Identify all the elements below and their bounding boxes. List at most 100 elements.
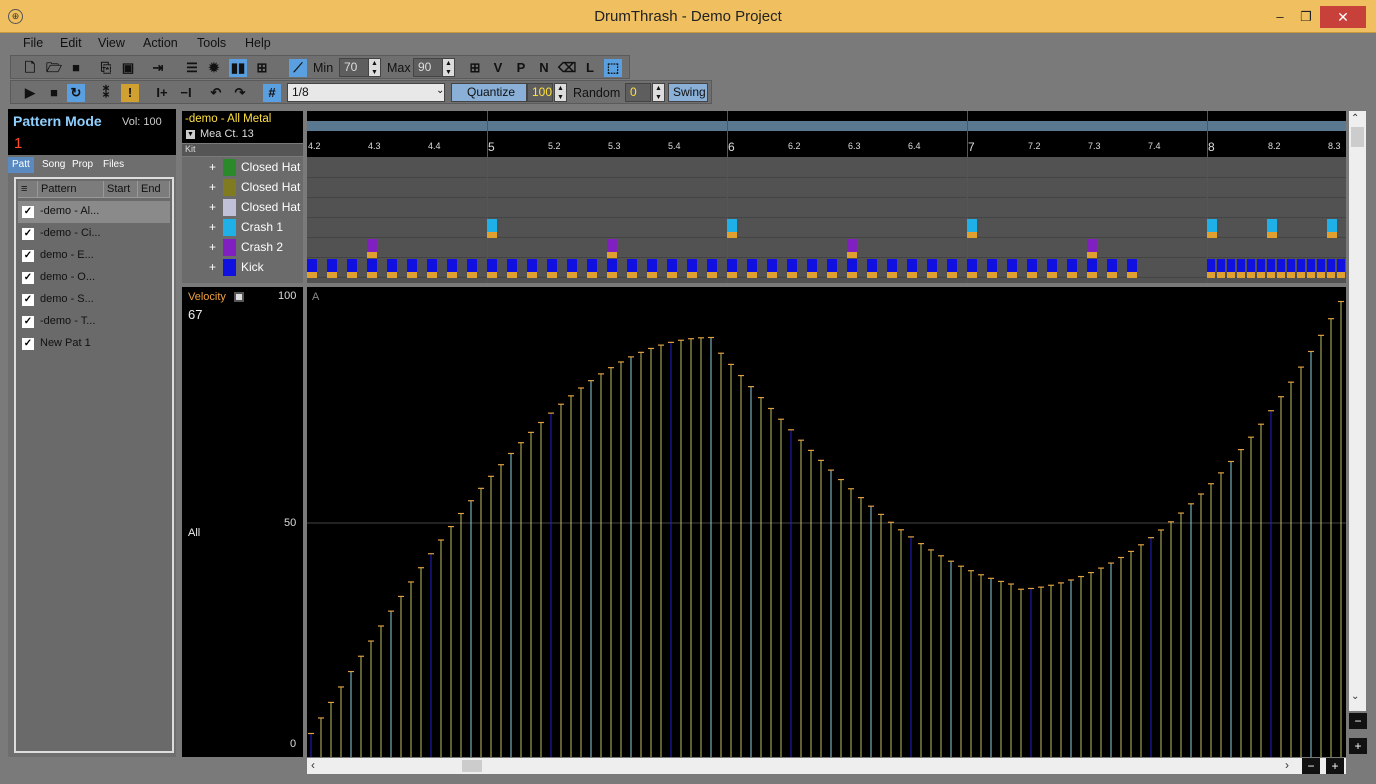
- quantize-spinner[interactable]: ▲ ▼: [554, 83, 567, 102]
- note[interactable]: [827, 259, 837, 278]
- note[interactable]: [1267, 259, 1275, 278]
- note[interactable]: [707, 259, 717, 278]
- kit-row[interactable]: + Crash 1: [182, 217, 303, 237]
- vertical-scroll-thumb[interactable]: [1351, 127, 1364, 147]
- note[interactable]: [847, 259, 857, 278]
- expand-icon[interactable]: +: [209, 240, 216, 254]
- l-tool-icon[interactable]: L: [581, 59, 599, 77]
- minimize-button[interactable]: –: [1266, 7, 1294, 27]
- save-icon[interactable]: ■: [67, 59, 85, 77]
- note[interactable]: [1067, 259, 1077, 278]
- quantize-button[interactable]: Quantize: [451, 83, 527, 102]
- velocity-bars[interactable]: [307, 287, 1346, 757]
- kit-row[interactable]: + Closed Hat: [182, 177, 303, 197]
- note[interactable]: [367, 259, 377, 278]
- measure-count-dropdown-icon[interactable]: ▼: [186, 130, 195, 139]
- step-icon[interactable]: !: [121, 84, 139, 102]
- note[interactable]: [1227, 259, 1235, 278]
- play-icon[interactable]: ▶: [21, 84, 39, 102]
- quantize-input[interactable]: 100: [527, 83, 553, 102]
- restore-button[interactable]: ❐: [1292, 7, 1320, 27]
- note[interactable]: [387, 259, 397, 278]
- note[interactable]: [1307, 259, 1315, 278]
- menu-tools[interactable]: Tools: [197, 36, 226, 50]
- pattern-checkbox[interactable]: ✓: [22, 206, 34, 218]
- note[interactable]: [487, 259, 497, 278]
- pattern-row[interactable]: ✓ New Pat 1: [18, 333, 170, 355]
- tab-patt[interactable]: Patt: [8, 157, 34, 173]
- kit-row[interactable]: + Crash 2: [182, 237, 303, 257]
- pattern-row[interactable]: ✓ demo - E...: [18, 245, 170, 267]
- pattern-row[interactable]: ✓ -demo - T...: [18, 311, 170, 333]
- kit-color-swatch[interactable]: [223, 259, 236, 276]
- list-header-pattern[interactable]: Pattern: [38, 181, 104, 198]
- note[interactable]: [307, 259, 317, 278]
- note[interactable]: [1287, 259, 1295, 278]
- kit-color-swatch[interactable]: [223, 199, 236, 216]
- note[interactable]: [487, 219, 497, 238]
- note[interactable]: [887, 259, 897, 278]
- zoom-in-vertical-button[interactable]: +: [1349, 738, 1367, 754]
- min-spinner[interactable]: ▲ ▼: [368, 58, 381, 77]
- random-input[interactable]: 0: [625, 83, 651, 102]
- timeline-scroll-bar[interactable]: [307, 121, 1346, 131]
- note[interactable]: [907, 259, 917, 278]
- note[interactable]: [607, 239, 617, 258]
- zoom-out-vertical-button[interactable]: −: [1349, 713, 1367, 729]
- list-header-end[interactable]: End: [138, 181, 170, 198]
- pattern-checkbox[interactable]: ✓: [22, 228, 34, 240]
- settings-icon[interactable]: ✹: [205, 59, 223, 77]
- note[interactable]: [1207, 259, 1215, 278]
- mixer-icon[interactable]: ▮▮: [229, 59, 247, 77]
- note[interactable]: [847, 239, 857, 258]
- note[interactable]: [527, 259, 537, 278]
- grid-icon[interactable]: ⊞: [253, 59, 271, 77]
- square-tool-icon[interactable]: ⊞: [466, 59, 484, 77]
- note[interactable]: [1317, 259, 1325, 278]
- pattern-checkbox[interactable]: ✓: [22, 272, 34, 284]
- p-tool-icon[interactable]: P: [512, 59, 530, 77]
- note[interactable]: [1047, 259, 1057, 278]
- stop-icon[interactable]: ■: [45, 84, 63, 102]
- v-tool-icon[interactable]: V: [489, 59, 507, 77]
- note-grid[interactable]: [307, 111, 1346, 283]
- note[interactable]: [767, 259, 777, 278]
- note[interactable]: [967, 219, 977, 238]
- note[interactable]: [867, 259, 877, 278]
- new-file-icon[interactable]: 🗋: [21, 59, 39, 77]
- max-input[interactable]: 90: [413, 58, 445, 77]
- loop-icon[interactable]: ↻: [67, 84, 85, 102]
- note[interactable]: [667, 259, 677, 278]
- swing-button[interactable]: Swing: [668, 83, 708, 102]
- expand-icon[interactable]: +: [209, 220, 216, 234]
- close-button[interactable]: ✕: [1320, 6, 1366, 28]
- note[interactable]: [1127, 259, 1137, 278]
- note[interactable]: [1267, 219, 1277, 238]
- note[interactable]: [1107, 259, 1117, 278]
- zoom-in-button[interactable]: +: [1326, 758, 1344, 774]
- note[interactable]: [987, 259, 997, 278]
- expand-icon[interactable]: +: [209, 200, 216, 214]
- scroll-up-icon[interactable]: ⌃: [1351, 113, 1359, 124]
- n-tool-icon[interactable]: N: [535, 59, 553, 77]
- note[interactable]: [1087, 259, 1097, 278]
- note[interactable]: [1297, 259, 1305, 278]
- menu-help[interactable]: Help: [245, 36, 271, 50]
- note[interactable]: [1327, 259, 1335, 278]
- note[interactable]: [927, 259, 937, 278]
- min-input[interactable]: 70: [339, 58, 371, 77]
- note[interactable]: [1207, 219, 1217, 238]
- note[interactable]: [427, 259, 437, 278]
- note[interactable]: [587, 259, 597, 278]
- note[interactable]: [647, 259, 657, 278]
- note[interactable]: [1087, 239, 1097, 258]
- note[interactable]: [467, 259, 477, 278]
- list-header-order[interactable]: ≡: [18, 181, 38, 198]
- export-icon[interactable]: ⎘: [97, 59, 115, 77]
- note[interactable]: [507, 259, 517, 278]
- snap-select[interactable]: 1/8: [287, 83, 445, 102]
- scroll-right-icon[interactable]: ›: [1285, 758, 1289, 772]
- kit-color-swatch[interactable]: [223, 239, 236, 256]
- remove-measure-icon[interactable]: −I: [177, 84, 195, 102]
- note[interactable]: [1027, 259, 1037, 278]
